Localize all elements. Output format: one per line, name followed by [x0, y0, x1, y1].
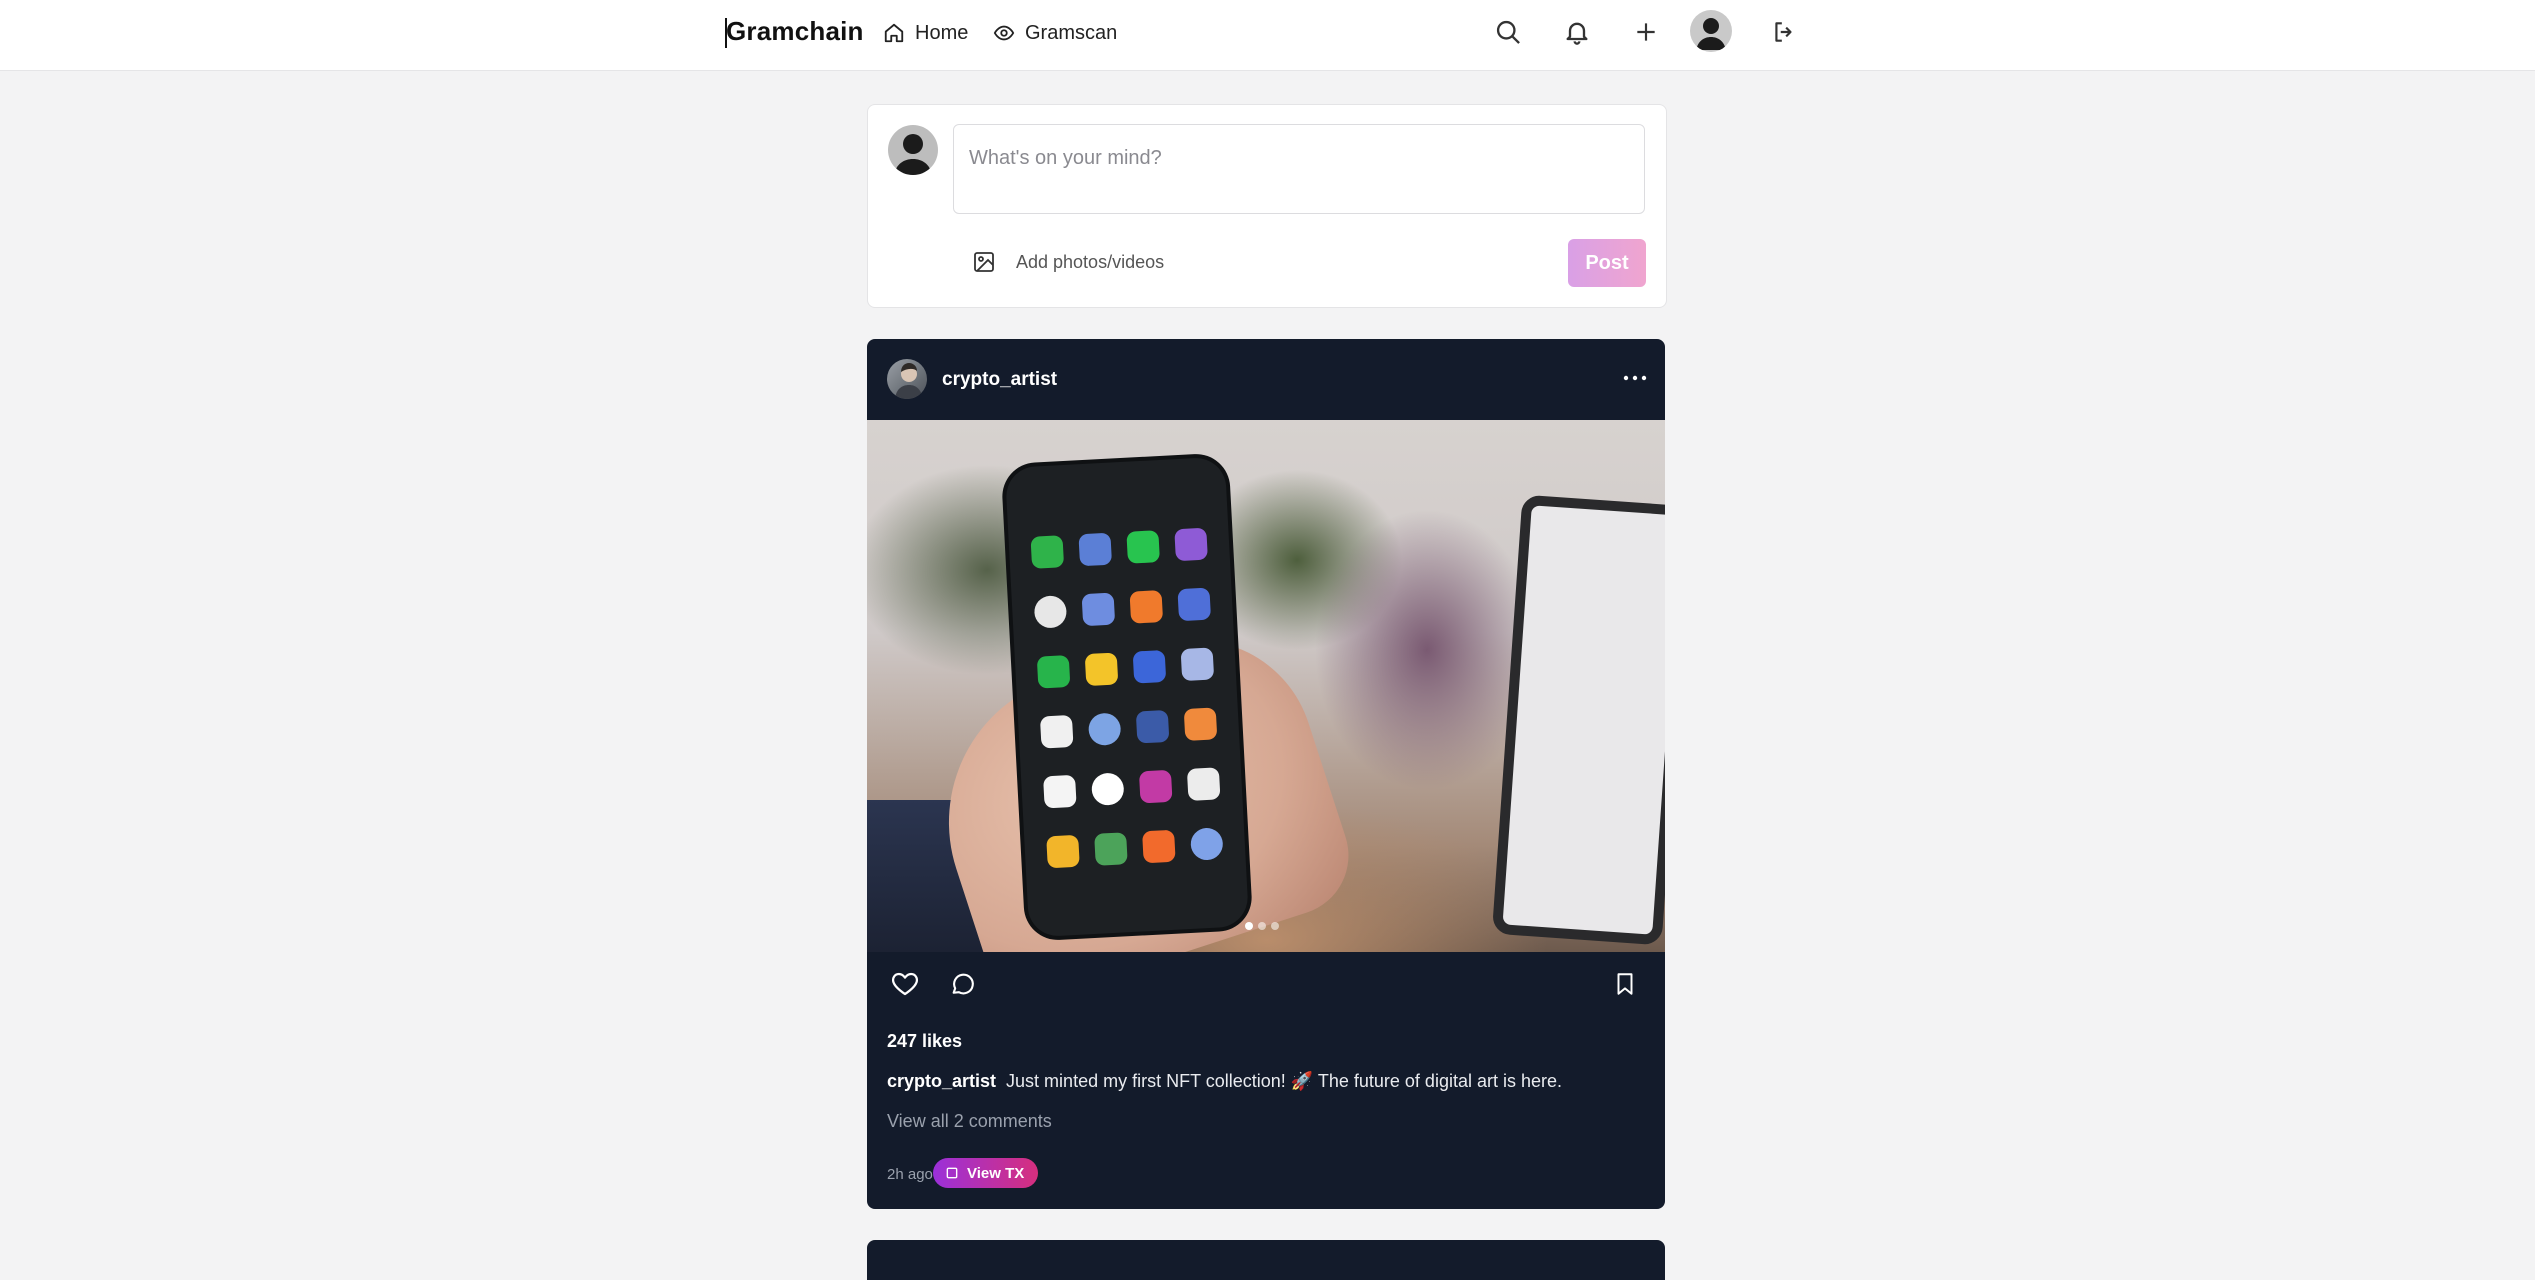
user-silhouette-icon	[1696, 18, 1726, 50]
carousel-dot[interactable]	[1245, 922, 1253, 930]
logout-button[interactable]	[1762, 12, 1806, 52]
post-button[interactable]: Post	[1568, 239, 1646, 287]
receipt-icon	[946, 1167, 958, 1179]
carousel-dot[interactable]	[1258, 922, 1266, 930]
caption-text: Just minted my first NFT collection! 🚀 T…	[1006, 1071, 1562, 1091]
post-caption: crypto_artist Just minted my first NFT co…	[887, 1071, 1562, 1092]
post-timestamp: 2h ago	[887, 1166, 933, 1183]
eye-icon	[993, 25, 1015, 41]
search-button[interactable]	[1486, 12, 1530, 52]
brand-logo[interactable]: Gramchain	[726, 16, 864, 47]
view-tx-label: View TX	[967, 1164, 1025, 1182]
notifications-button[interactable]	[1555, 12, 1599, 52]
post-composer: Add photos/videos Post	[867, 104, 1667, 308]
post-header: crypto_artist	[867, 339, 1665, 420]
comment-icon	[952, 973, 974, 995]
bell-icon	[1566, 22, 1588, 45]
plus-icon	[1637, 23, 1655, 41]
more-options-button[interactable]	[1617, 363, 1653, 393]
post-author-avatar[interactable]	[887, 359, 927, 399]
top-navbar: Gramchain Home Gramscan	[0, 0, 2535, 71]
phone-app-grid	[1030, 527, 1227, 869]
composer-avatar	[888, 125, 938, 175]
user-photo-icon	[895, 363, 923, 399]
post-actions	[867, 952, 1665, 1012]
post-author-name[interactable]: crypto_artist	[942, 369, 1057, 391]
view-comments-link[interactable]: View all 2 comments	[887, 1111, 1052, 1132]
view-tx-button[interactable]: View TX	[933, 1158, 1039, 1188]
feed-post: crypto_artist 247 likes crypto_artist Ju…	[867, 339, 1665, 1209]
next-feed-post	[867, 1240, 1665, 1280]
image-icon	[974, 252, 994, 272]
home-icon	[884, 23, 904, 43]
composer-input[interactable]	[953, 124, 1645, 214]
comment-button[interactable]	[945, 966, 981, 1002]
nav-link-home-label: Home	[915, 21, 969, 44]
nav-link-home[interactable]: Home	[883, 18, 968, 48]
caption-author[interactable]: crypto_artist	[887, 1071, 996, 1091]
add-media-label: Add photos/videos	[1016, 251, 1165, 272]
bookmark-button[interactable]	[1607, 966, 1643, 1002]
nav-link-gramscan[interactable]: Gramscan	[993, 18, 1117, 48]
heart-icon	[892, 972, 918, 996]
background-monitor	[1491, 494, 1665, 946]
logout-icon	[1775, 22, 1792, 42]
post-image[interactable]	[867, 420, 1665, 952]
search-icon	[1496, 20, 1520, 44]
user-silhouette-icon	[894, 134, 932, 175]
like-count: 247 likes	[887, 1031, 963, 1051]
add-media-button[interactable]: Add photos/videos	[972, 250, 1164, 274]
nav-link-gramscan-label: Gramscan	[1025, 21, 1118, 44]
bookmark-icon	[1617, 973, 1633, 995]
phone-illustration	[1004, 456, 1250, 938]
carousel-indicator[interactable]	[1245, 922, 1279, 930]
profile-avatar[interactable]	[1690, 10, 1732, 52]
more-horizontal-icon	[1623, 375, 1647, 381]
carousel-dot[interactable]	[1271, 922, 1279, 930]
create-button[interactable]	[1624, 12, 1668, 52]
like-button[interactable]	[887, 966, 923, 1002]
